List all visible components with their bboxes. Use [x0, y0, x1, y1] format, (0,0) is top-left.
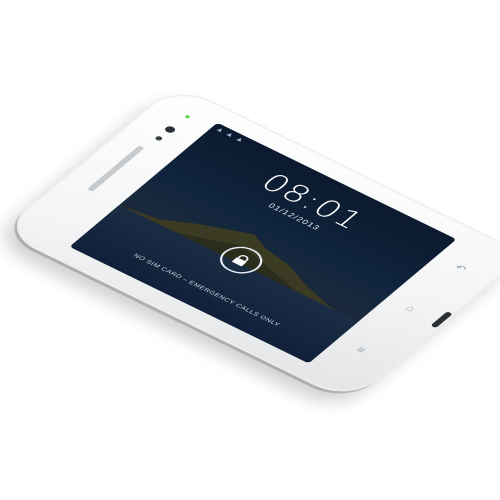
- menu-icon[interactable]: ≡: [353, 344, 368, 355]
- lock-icon: [232, 255, 249, 267]
- back-icon[interactable]: ↶: [451, 262, 469, 274]
- usb-port: [430, 311, 453, 329]
- smartphone: ▲ ▲ ▲ 08:01 01/12/2013 NO SIM CARD – EME…: [0, 83, 500, 403]
- earpiece-speaker: [86, 145, 145, 192]
- proximity-sensor: [154, 135, 164, 142]
- product-photo: ▲ ▲ ▲ 08:01 01/12/2013 NO SIM CARD – EME…: [0, 0, 500, 500]
- notification-led: [184, 114, 191, 119]
- alert-icon: ▲: [233, 134, 247, 144]
- front-camera: [163, 125, 178, 135]
- phone-body: ▲ ▲ ▲ 08:01 01/12/2013 NO SIM CARD – EME…: [0, 83, 500, 403]
- home-icon[interactable]: ⌂: [403, 303, 419, 314]
